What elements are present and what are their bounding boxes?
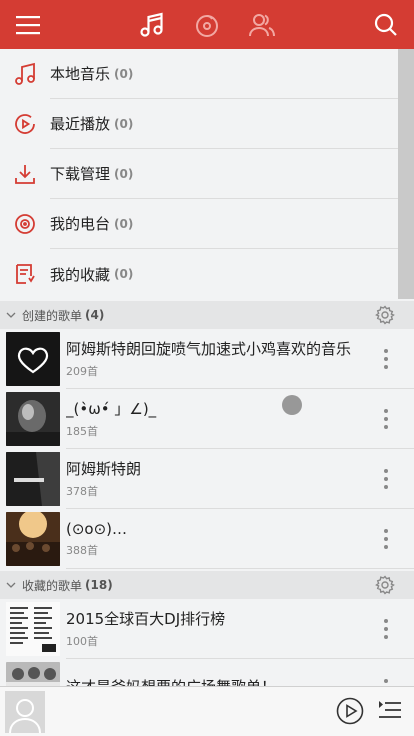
- search-icon[interactable]: [368, 0, 404, 49]
- chevron-down-icon: [0, 582, 22, 588]
- menu-item-recent-play[interactable]: 最近播放 (0): [0, 99, 398, 149]
- section-count: (18): [85, 578, 113, 592]
- menu-item-download[interactable]: 下载管理 (0): [0, 149, 398, 199]
- disc-icon[interactable]: [189, 0, 225, 49]
- playlist-title: 阿姆斯特朗回旋喷气加速式小鸡喜欢的音乐: [66, 340, 352, 358]
- playlist-track-count: 100首: [66, 635, 98, 648]
- playlist-cover: [6, 602, 60, 656]
- playlist-title: 阿姆斯特朗: [66, 460, 142, 478]
- playlist-track-count: 185首: [66, 425, 98, 438]
- created-playlists-header[interactable]: 创建的歌单 (4): [0, 301, 414, 329]
- top-bar: [0, 0, 414, 49]
- menu-icon[interactable]: [10, 0, 46, 49]
- created-playlists: 阿姆斯特朗回旋喷气加速式小鸡喜欢的音乐 209首 _(•̀ω•́ 」∠)_ 18…: [0, 329, 414, 569]
- menu-item-local-music[interactable]: 本地音乐 (0): [0, 49, 398, 99]
- music-note-icon: [0, 49, 50, 99]
- playlist-row[interactable]: _(•̀ω•́ 」∠)_ 185首: [0, 389, 414, 449]
- section-count: (4): [85, 308, 105, 322]
- collection-icon: [0, 249, 50, 299]
- menu-item-count: (0): [114, 166, 134, 181]
- section-title: 收藏的歌单: [22, 578, 83, 593]
- playlist-track-count: 378首: [66, 485, 98, 498]
- menu-item-label: 我的电台: [50, 215, 111, 233]
- menu-item-radio[interactable]: 我的电台 (0): [0, 199, 398, 249]
- more-options-icon[interactable]: [382, 349, 390, 369]
- chevron-down-icon: [0, 312, 22, 318]
- friends-icon[interactable]: [244, 0, 280, 49]
- playlist-row[interactable]: (⊙o⊙)… 388首: [0, 509, 414, 569]
- scrollbar[interactable]: [398, 49, 414, 299]
- menu-item-count: (0): [114, 66, 134, 81]
- music-note-icon[interactable]: [134, 0, 170, 49]
- avatar-icon[interactable]: [5, 691, 45, 733]
- playlist-row[interactable]: 阿姆斯特朗 378首: [0, 449, 414, 509]
- play-icon[interactable]: [336, 697, 364, 729]
- menu-item-label: 本地音乐: [50, 65, 111, 83]
- menu-item-label: 我的收藏: [50, 265, 111, 284]
- gear-icon[interactable]: [375, 575, 395, 598]
- playlist-title: _(•̀ω•́ 」∠)_: [66, 400, 157, 418]
- menu-item-count: (0): [114, 267, 134, 281]
- recent-play-icon: [0, 99, 50, 149]
- more-options-icon[interactable]: [382, 469, 390, 489]
- section-title: 创建的歌单: [22, 308, 83, 323]
- menu-item-count: (0): [114, 216, 134, 231]
- playlist-row[interactable]: 阿姆斯特朗回旋喷气加速式小鸡喜欢的音乐 209首: [0, 329, 414, 389]
- touch-indicator: [282, 395, 302, 415]
- playlist-row[interactable]: 2015全球百大DJ排行榜 100首: [0, 599, 414, 659]
- playlist-cover: [6, 392, 60, 446]
- collected-playlists-header[interactable]: 收藏的歌单 (18): [0, 571, 414, 599]
- playlist-title: (⊙o⊙)…: [66, 519, 128, 538]
- menu-item-label: 下载管理: [50, 165, 111, 183]
- local-menu-list: 本地音乐 (0) 最近播放 (0) 下载管理 (0) 我的电台 (0) 我的收藏 (0): [0, 49, 398, 299]
- playlist-queue-icon[interactable]: [378, 699, 402, 727]
- menu-item-count: (0): [114, 116, 134, 131]
- download-icon: [0, 149, 50, 199]
- playlist-track-count: 388首: [66, 543, 98, 557]
- music-app: 本地音乐 (0) 最近播放 (0) 下载管理 (0) 我的电台 (0) 我的收藏 (0): [0, 0, 414, 736]
- radio-icon: [0, 199, 50, 249]
- menu-item-collection[interactable]: 我的收藏 (0): [0, 249, 398, 299]
- mini-player[interactable]: [0, 686, 414, 736]
- gear-icon[interactable]: [375, 305, 395, 328]
- playlist-title: 2015全球百大DJ排行榜: [66, 610, 226, 628]
- more-options-icon[interactable]: [382, 619, 390, 639]
- playlist-cover: [6, 332, 60, 386]
- more-options-icon[interactable]: [382, 529, 390, 549]
- playlist-cover: [6, 512, 60, 566]
- menu-item-label: 最近播放: [50, 115, 111, 133]
- more-options-icon[interactable]: [382, 409, 390, 429]
- playlist-track-count: 209首: [66, 365, 98, 378]
- playlist-cover: [6, 452, 60, 506]
